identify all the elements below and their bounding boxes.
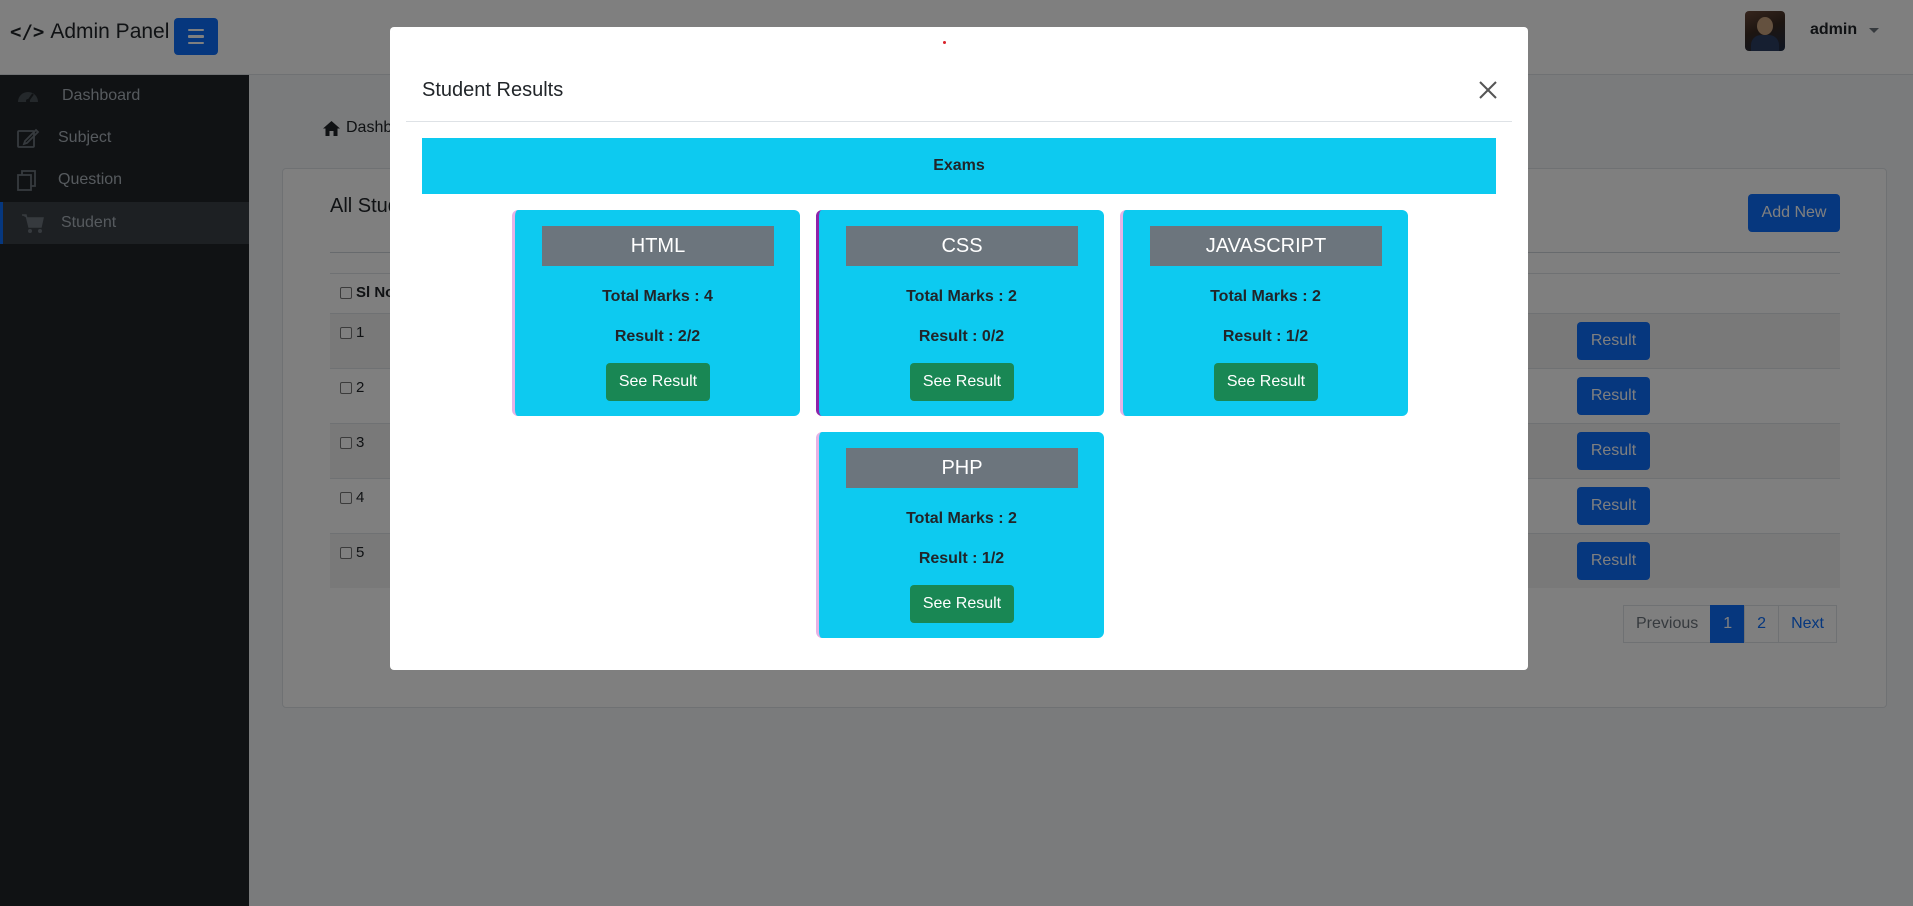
see-result-button[interactable]: See Result bbox=[606, 363, 710, 401]
exam-result: Result : 1/2 bbox=[918, 550, 1005, 567]
close-icon[interactable] bbox=[1477, 79, 1499, 101]
exam-card-php: PHP Total Marks : 2 Result : 1/2 See Res… bbox=[816, 432, 1104, 638]
total-marks: Total Marks : 2 bbox=[906, 288, 1017, 305]
exam-result: Result : 1/2 bbox=[1222, 328, 1309, 345]
total-marks: Total Marks : 2 bbox=[1210, 288, 1321, 305]
exam-result: Result : 0/2 bbox=[918, 328, 1005, 345]
exam-card-css: CSS Total Marks : 2 Result : 0/2 See Res… bbox=[816, 210, 1104, 416]
exams-header: Exams bbox=[422, 138, 1496, 194]
exam-name: JAVASCRIPT bbox=[1150, 226, 1382, 266]
exam-name: HTML bbox=[542, 226, 774, 266]
exam-name: PHP bbox=[846, 448, 1078, 488]
exam-result: Result : 2/2 bbox=[614, 328, 701, 345]
modal-divider bbox=[406, 121, 1512, 122]
modal-title: Student Results bbox=[422, 79, 564, 101]
loading-dot bbox=[943, 41, 946, 44]
exam-card-html: HTML Total Marks : 4 Result : 2/2 See Re… bbox=[512, 210, 800, 416]
exam-card-javascript: JAVASCRIPT Total Marks : 2 Result : 1/2 … bbox=[1120, 210, 1408, 416]
exam-name: CSS bbox=[846, 226, 1078, 266]
see-result-button[interactable]: See Result bbox=[910, 363, 1014, 401]
see-result-button[interactable]: See Result bbox=[910, 585, 1014, 623]
see-result-button[interactable]: See Result bbox=[1214, 363, 1318, 401]
total-marks: Total Marks : 2 bbox=[906, 510, 1017, 527]
student-results-modal: Student Results Exams HTML Total Marks :… bbox=[390, 27, 1528, 670]
total-marks: Total Marks : 4 bbox=[602, 288, 713, 305]
